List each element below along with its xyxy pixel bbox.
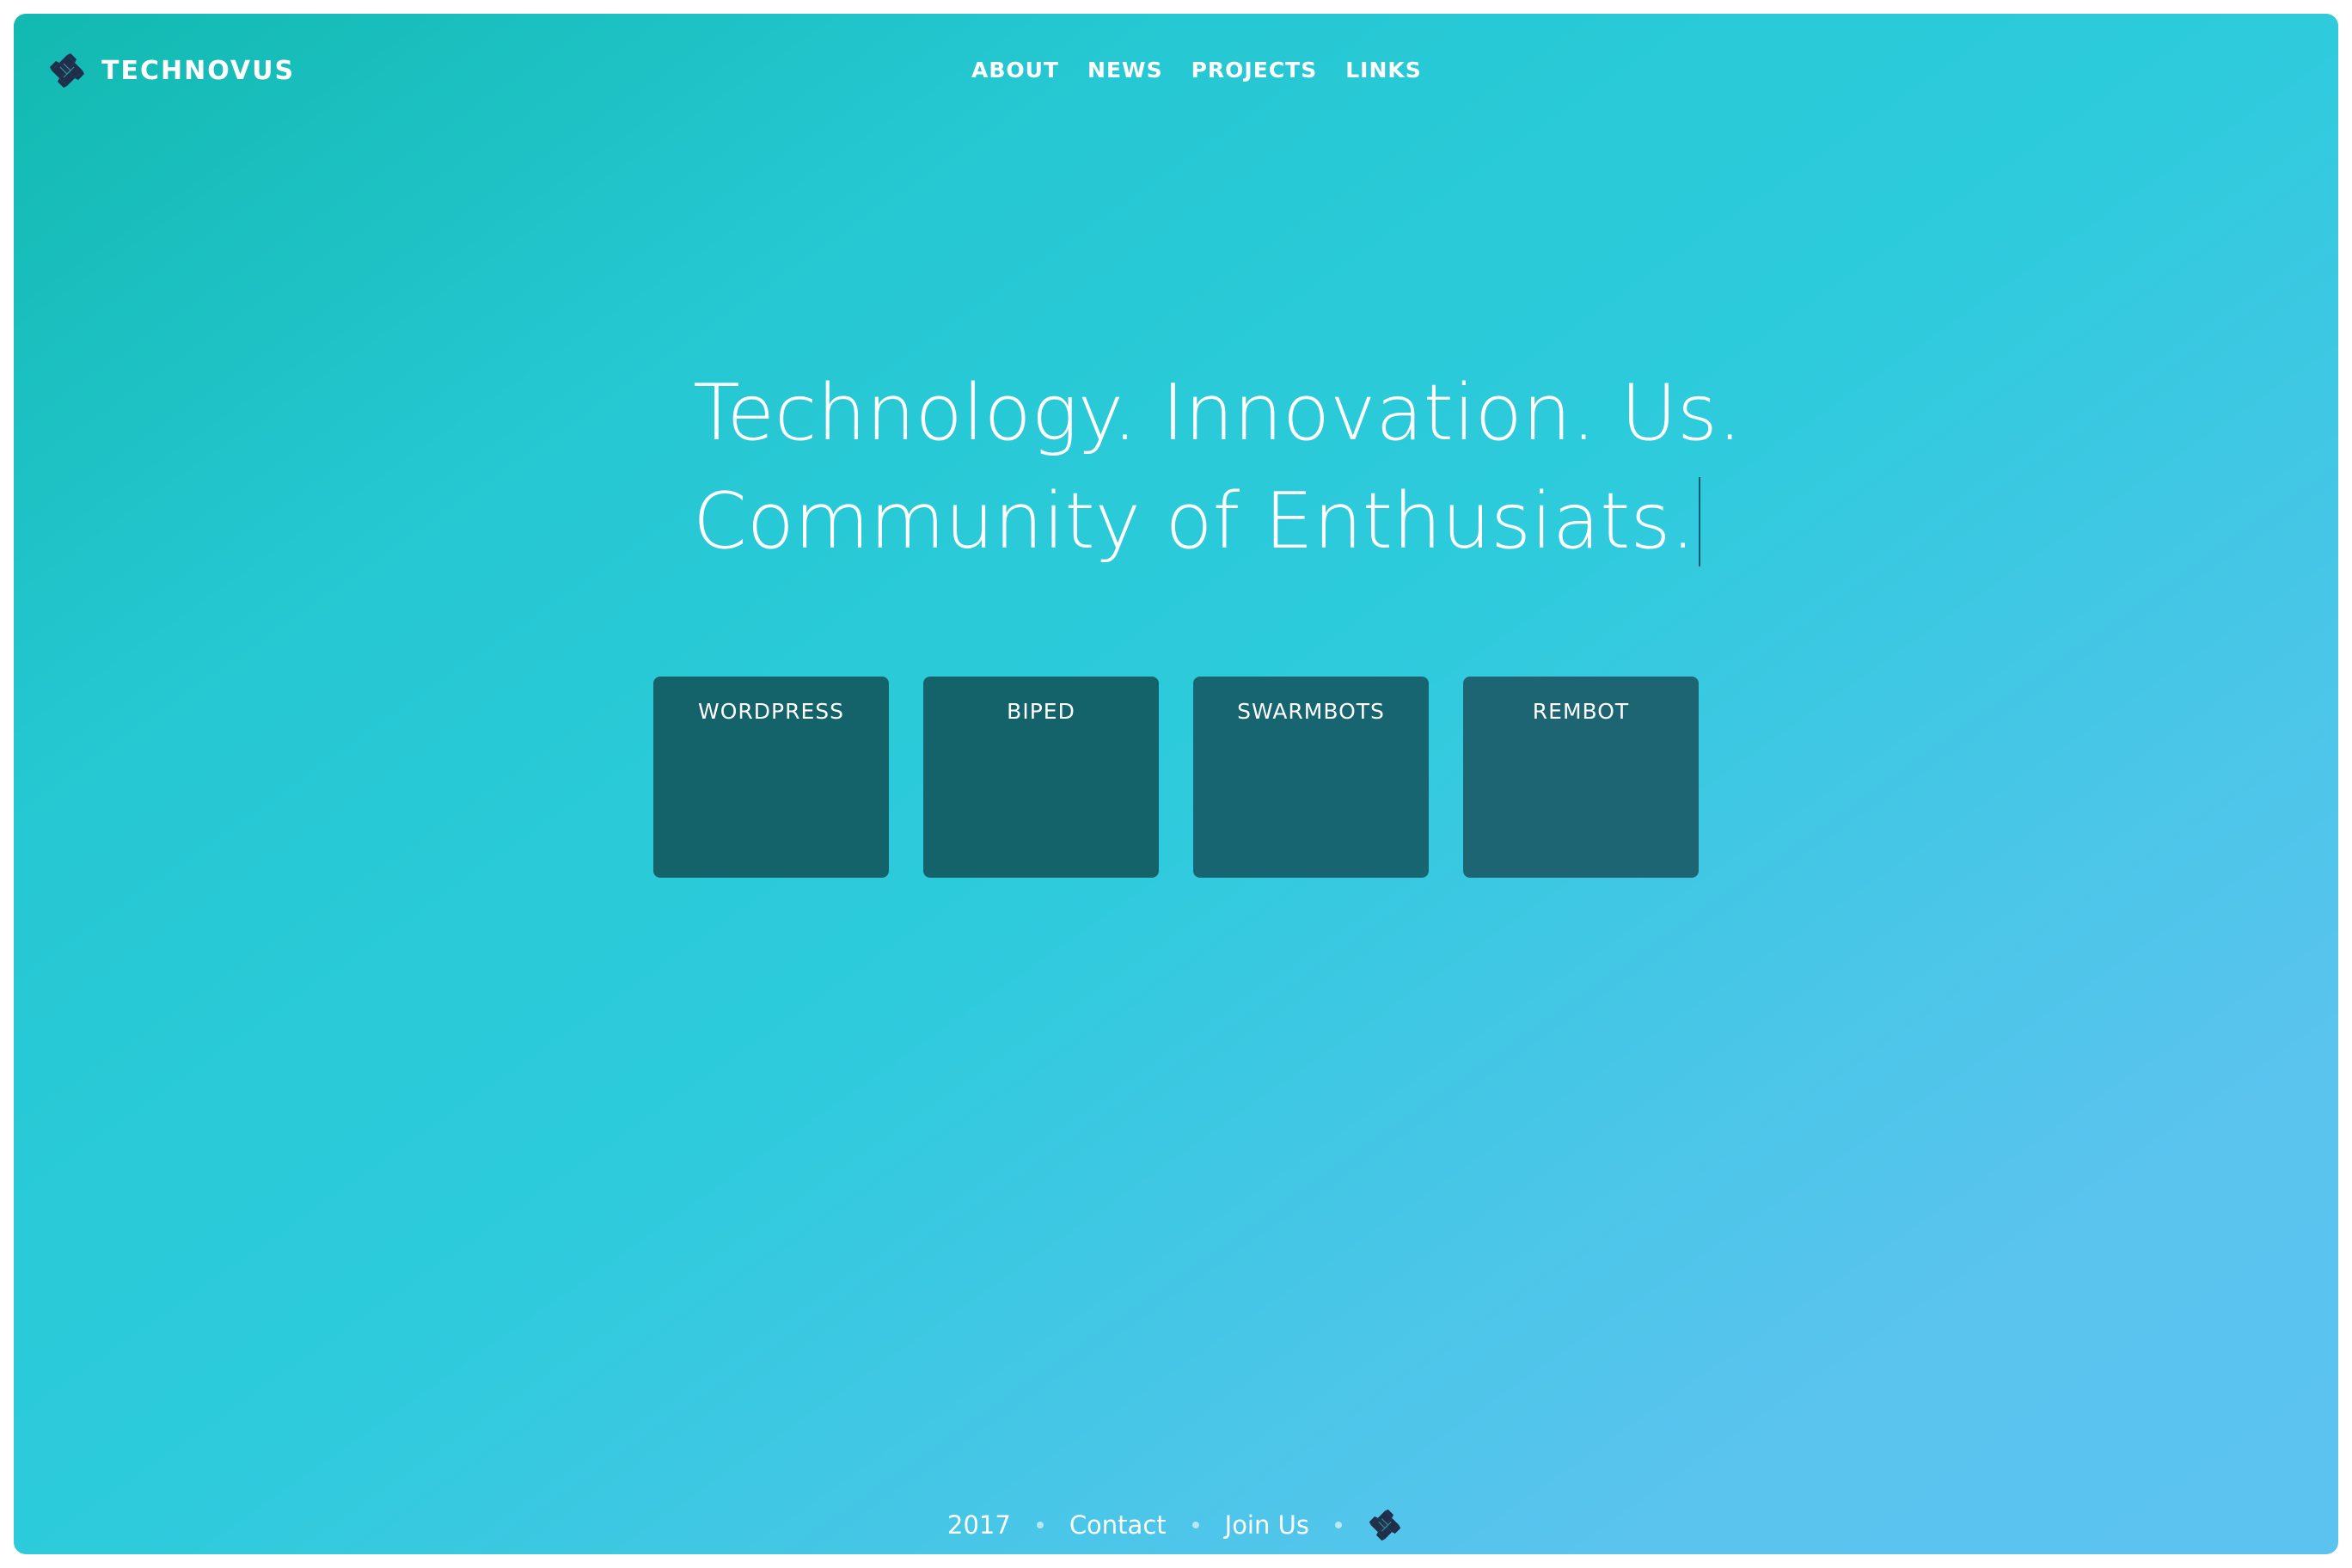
project-card-label: BIPED [1007, 699, 1075, 724]
footer-separator [1036, 1522, 1044, 1528]
typing-caret [1698, 477, 1700, 567]
project-card-label: SWARMBOTS [1237, 699, 1385, 724]
project-card-label: WORDPRESS [698, 699, 844, 724]
footer-contact-link[interactable]: Contact [1069, 1510, 1167, 1540]
technovus-logo-icon [50, 53, 84, 88]
project-card-wordpress[interactable]: WORDPRESS [653, 677, 889, 878]
hero-heading: Technology. Innovation. Us. Community of… [693, 359, 1743, 576]
project-card-swarmbots[interactable]: SWARMBOTS [1193, 677, 1429, 878]
footer-separator [1334, 1522, 1342, 1528]
project-cards: WORDPRESS BIPED SWARMBOTS REMBOT [653, 677, 1699, 878]
technovus-logo-icon[interactable] [1368, 1508, 1402, 1542]
project-card-rembot[interactable]: REMBOT [1463, 677, 1699, 878]
page-frame: TECHNOVUS ABOUT NEWS PROJECTS LINKS Tech… [14, 14, 2338, 1554]
nav-projects[interactable]: PROJECTS [1191, 53, 1318, 88]
brand-name: TECHNOVUS [101, 55, 296, 86]
project-card-label: REMBOT [1532, 699, 1630, 724]
hero-line-2: Community of Enthusiats. [693, 476, 1695, 567]
nav-news[interactable]: NEWS [1087, 53, 1163, 88]
main-nav: ABOUT NEWS PROJECTS LINKS [971, 53, 1422, 88]
nav-links[interactable]: LINKS [1345, 53, 1422, 88]
footer-join-link[interactable]: Join Us [1225, 1510, 1309, 1540]
footer-year: 2017 [947, 1510, 1011, 1540]
footer: 2017 Contact Join Us [947, 1506, 1402, 1544]
footer-separator [1191, 1522, 1199, 1528]
hero-line-2-wrap: Community of Enthusiats. [693, 468, 1743, 576]
brand-logo-link[interactable]: TECHNOVUS [48, 52, 295, 89]
nav-about[interactable]: ABOUT [971, 53, 1059, 88]
hero-line-1: Technology. Innovation. Us. [693, 368, 1743, 458]
project-card-biped[interactable]: BIPED [923, 677, 1159, 878]
